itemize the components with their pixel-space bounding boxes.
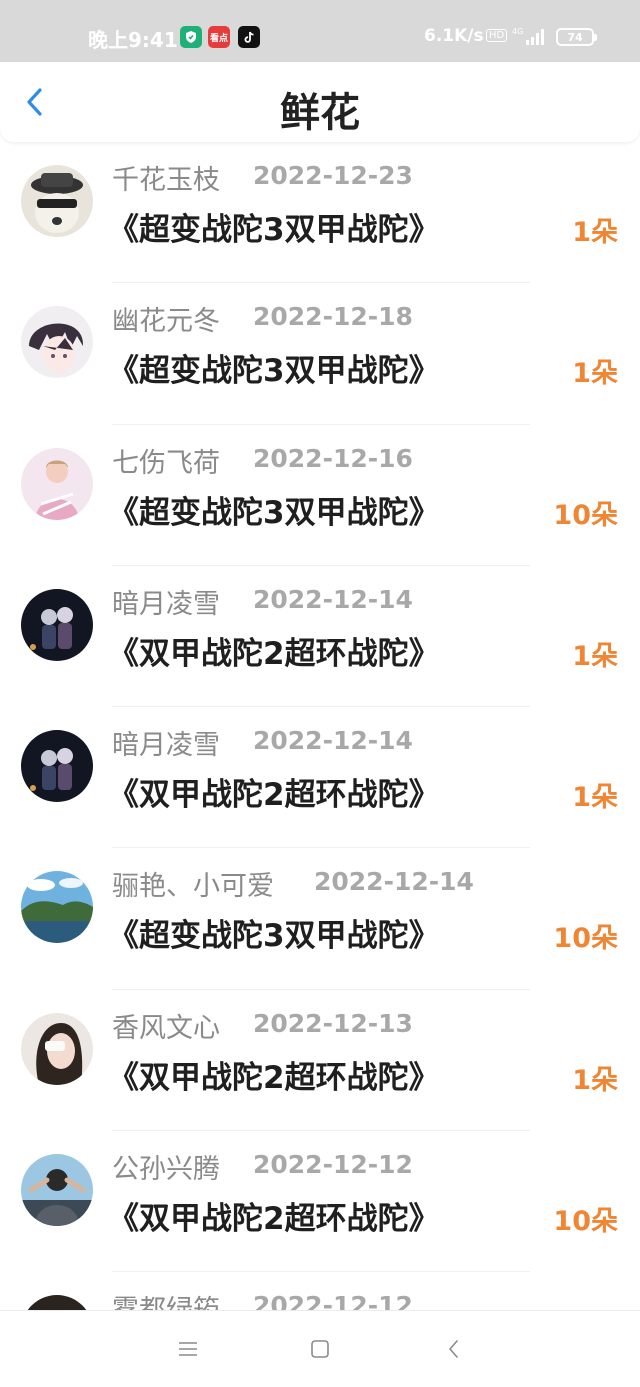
send-date: 2022-12-18 (253, 302, 413, 332)
work-title: 《超变战陀3双甲战陀》 (108, 353, 440, 390)
send-date: 2022-12-14 (253, 584, 413, 614)
person-back-avatar-icon (21, 1154, 93, 1227)
list-item[interactable]: 暗月凌雪 2022-12-14 《双甲战陀2超环战陀》 1朵 (0, 707, 640, 849)
list-item[interactable]: 千花玉枝 2022-12-23 《超变战陀3双甲战陀》 1朵 (0, 142, 640, 284)
list-item[interactable]: 香风文心 2022-12-13 《双甲战陀2超环战陀》 1朵 (0, 990, 640, 1132)
flower-record-list: 千花玉枝 2022-12-23 《超变战陀3双甲战陀》 1朵 幽花元冬 2022… (0, 142, 640, 1310)
list-item[interactable]: 幽花元冬 2022-12-18 《超变战陀3双甲战陀》 1朵 (0, 283, 640, 425)
flower-count: 1朵 (572, 1064, 618, 1096)
sender-name: 暗月凌雪 (112, 588, 220, 620)
kandian-app-icon: 看点 (208, 26, 230, 48)
clock: 晚上9:41 (88, 28, 178, 52)
send-date: 2022-12-12 (253, 1291, 413, 1310)
flower-count: 1朵 (572, 640, 618, 672)
list-item[interactable]: 暗月凌雪 2022-12-14 《双甲战陀2超环战陀》 1朵 (0, 566, 640, 708)
status-bar: 晚上9:41 看点 6.1K/s HD 4G 74 (0, 0, 640, 62)
kandian-app-label: 看点 (209, 33, 228, 44)
work-title: 《双甲战陀2超环战陀》 (108, 1201, 440, 1238)
avatar[interactable] (21, 165, 93, 237)
send-date: 2022-12-14 (253, 726, 413, 756)
network-speed: 6.1K/s (424, 26, 484, 46)
list-item[interactable]: 公孙兴腾 2022-12-12 《双甲战陀2超环战陀》 10朵 (0, 1131, 640, 1273)
dark-avatar-icon (21, 1295, 93, 1310)
sender-name: 公孙兴腾 (112, 1154, 220, 1186)
flower-count: 10朵 (553, 923, 618, 955)
avatar[interactable] (21, 871, 93, 944)
avatar[interactable] (21, 1154, 93, 1227)
tiktok-icon (238, 26, 260, 48)
square-home-icon[interactable] (308, 1337, 332, 1361)
system-nav-bar (0, 1310, 640, 1387)
header: 鲜花 (0, 62, 640, 142)
list-item[interactable]: 七伤飞荷 2022-12-16 《超变战陀3双甲战陀》 10朵 (0, 425, 640, 566)
triangle-back-icon[interactable] (442, 1337, 466, 1361)
avatar[interactable] (21, 306, 93, 379)
flower-count: 1朵 (572, 358, 618, 390)
hd-badge: HD (486, 29, 508, 42)
dog-with-hat-avatar-icon (21, 165, 93, 237)
sender-name: 七伤飞荷 (112, 447, 220, 479)
pink-figure-avatar-icon (21, 447, 93, 520)
page-title: 鲜花 (280, 90, 360, 136)
send-date: 2022-12-14 (314, 867, 474, 897)
flower-count: 10朵 (553, 499, 618, 531)
battery-level: 74 (567, 30, 583, 44)
girl-portrait-avatar-icon (21, 1012, 93, 1085)
battery-indicator: 74 (556, 28, 597, 46)
menu-icon[interactable] (176, 1337, 200, 1361)
list-item[interactable]: 骊艳、小可爱 2022-12-14 《超变战陀3双甲战陀》 10朵 (0, 848, 640, 990)
sender-name: 雾都绿筠 (112, 1288, 220, 1310)
work-title: 《双甲战陀2超环战陀》 (108, 635, 440, 672)
anime-boy-avatar-icon (21, 306, 93, 379)
send-date: 2022-12-12 (253, 1150, 413, 1180)
shield-icon (180, 26, 202, 48)
sender-name: 骊艳、小可爱 (112, 871, 274, 903)
sender-name: 千花玉枝 (112, 165, 220, 196)
work-title: 《双甲战陀2超环战陀》 (108, 777, 440, 814)
flower-count: 1朵 (572, 217, 618, 248)
signal-4g-icon: 4G (512, 27, 544, 45)
flower-count: 1朵 (572, 782, 618, 814)
send-date: 2022-12-16 (253, 443, 413, 473)
night-couple-avatar-icon (21, 588, 93, 661)
send-date: 2022-12-23 (253, 161, 413, 190)
send-date: 2022-12-13 (253, 1008, 413, 1038)
avatar[interactable] (21, 447, 93, 520)
svg-text:4G: 4G (512, 27, 523, 36)
list-item[interactable]: 雾都绿筠 2022-12-12 (0, 1272, 640, 1310)
work-title: 《超变战陀3双甲战陀》 (108, 494, 440, 531)
sender-name: 香风文心 (112, 1012, 220, 1044)
work-title: 《双甲战陀2超环战陀》 (108, 1059, 440, 1096)
avatar[interactable] (21, 1295, 93, 1310)
avatar[interactable] (21, 1012, 93, 1085)
landscape-avatar-icon (21, 871, 93, 944)
avatar[interactable] (21, 730, 93, 803)
sender-name: 暗月凌雪 (112, 730, 220, 762)
flower-count: 10朵 (553, 1206, 618, 1238)
work-title: 《超变战陀3双甲战陀》 (108, 918, 440, 955)
avatar[interactable] (21, 588, 93, 661)
sender-name: 幽花元冬 (112, 306, 220, 338)
night-couple-avatar-icon (21, 730, 93, 803)
work-title: 《超变战陀3双甲战陀》 (108, 212, 440, 248)
